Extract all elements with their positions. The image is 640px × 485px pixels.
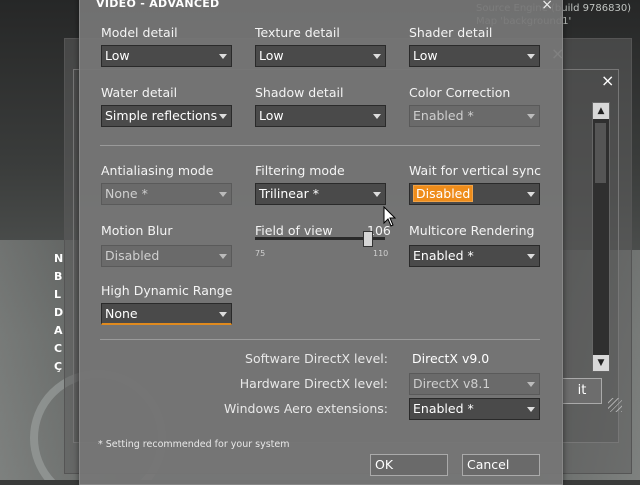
water-detail-dropdown[interactable]: Simple reflections: [101, 105, 232, 127]
software-directx-label: Software DirectX level:: [245, 351, 388, 366]
model-detail-dropdown[interactable]: Low: [101, 45, 232, 67]
aero-extensions-dropdown[interactable]: Enabled *: [409, 398, 540, 420]
resize-grip-icon[interactable]: [608, 398, 622, 412]
multicore-rendering-value: Enabled *: [413, 248, 474, 263]
multicore-rendering-label: Multicore Rendering: [409, 223, 535, 238]
chevron-down-icon: [219, 312, 227, 317]
dialog-title: VIDEO - ADVANCED: [96, 0, 220, 10]
underlying-button[interactable]: it: [562, 378, 602, 404]
chevron-down-icon: [373, 54, 381, 59]
shader-detail-dropdown[interactable]: Low: [409, 45, 540, 67]
chevron-down-icon: [219, 254, 227, 259]
ok-button[interactable]: OK: [370, 454, 448, 476]
scroll-down-icon[interactable]: ▼: [593, 355, 609, 371]
texture-detail-dropdown[interactable]: Low: [255, 45, 386, 67]
close-icon[interactable]: ×: [541, 0, 553, 13]
filtering-mode-label: Filtering mode: [255, 163, 345, 178]
section-divider: [100, 145, 540, 146]
color-correction-dropdown[interactable]: Enabled *: [409, 105, 540, 127]
cancel-button[interactable]: Cancel: [462, 454, 540, 476]
video-advanced-dialog: VIDEO - ADVANCED × Model detail Low Text…: [79, 0, 563, 485]
shadow-detail-dropdown[interactable]: Low: [255, 105, 386, 127]
model-detail-label: Model detail: [101, 25, 178, 40]
filtering-mode-value: Trilinear *: [259, 186, 319, 201]
antialiasing-mode-label: Antialiasing mode: [101, 163, 214, 178]
shadow-detail-label: Shadow detail: [255, 85, 344, 100]
fov-max-label: 110: [373, 249, 389, 258]
chevron-down-icon: [527, 54, 535, 59]
motion-blur-label: Motion Blur: [101, 223, 173, 238]
texture-detail-label: Texture detail: [255, 25, 340, 40]
software-directx-value: DirectX v9.0: [412, 351, 490, 366]
antialiasing-mode-dropdown[interactable]: None *: [101, 183, 232, 205]
chevron-down-icon: [527, 407, 535, 412]
color-correction-label: Color Correction: [409, 85, 511, 100]
chevron-down-icon: [527, 254, 535, 259]
shadow-detail-value: Low: [259, 108, 284, 123]
hardware-directx-dropdown[interactable]: DirectX v8.1: [409, 373, 540, 395]
hdr-label: High Dynamic Range: [101, 283, 233, 298]
scrollbar[interactable]: ▲ ▼: [592, 102, 610, 372]
fov-min-label: 75: [255, 249, 266, 258]
chevron-down-icon: [527, 114, 535, 119]
water-detail-value: Simple reflections: [105, 108, 218, 123]
vsync-label: Wait for vertical sync: [409, 163, 542, 178]
aero-extensions-value: Enabled *: [413, 401, 474, 416]
hardware-directx-value: DirectX v8.1: [413, 376, 491, 391]
vsync-value: Disabled: [413, 185, 474, 202]
color-correction-value: Enabled *: [413, 108, 474, 123]
chevron-down-icon: [219, 114, 227, 119]
recommended-footnote: * Setting recommended for your system: [98, 439, 290, 450]
multicore-rendering-dropdown[interactable]: Enabled *: [409, 245, 540, 267]
model-detail-value: Low: [105, 48, 130, 63]
shader-detail-value: Low: [413, 48, 438, 63]
shader-detail-label: Shader detail: [409, 25, 493, 40]
mouse-cursor-icon: [383, 205, 397, 232]
motion-blur-dropdown[interactable]: Disabled: [101, 245, 232, 267]
motion-blur-value: Disabled: [105, 248, 160, 263]
chevron-down-icon: [527, 192, 535, 197]
aero-extensions-label: Windows Aero extensions:: [224, 401, 388, 416]
hardware-directx-label: Hardware DirectX level:: [239, 376, 388, 391]
chevron-down-icon: [219, 192, 227, 197]
scroll-up-icon[interactable]: ▲: [593, 103, 609, 119]
slider-thumb[interactable]: [363, 231, 373, 247]
chevron-down-icon: [373, 114, 381, 119]
vsync-dropdown[interactable]: Disabled: [409, 183, 540, 205]
antialiasing-mode-value: None *: [105, 186, 148, 201]
close-icon[interactable]: ×: [601, 71, 614, 90]
water-detail-label: Water detail: [101, 85, 178, 100]
hdr-value: None: [105, 306, 138, 321]
chevron-down-icon: [219, 54, 227, 59]
filtering-mode-dropdown[interactable]: Trilinear *: [255, 183, 386, 205]
fov-slider[interactable]: [255, 231, 389, 247]
hdr-dropdown[interactable]: None: [101, 303, 232, 325]
chevron-down-icon: [527, 382, 535, 387]
scroll-thumb[interactable]: [595, 123, 606, 183]
texture-detail-value: Low: [259, 48, 284, 63]
chevron-down-icon: [373, 192, 381, 197]
section-divider: [100, 339, 540, 340]
